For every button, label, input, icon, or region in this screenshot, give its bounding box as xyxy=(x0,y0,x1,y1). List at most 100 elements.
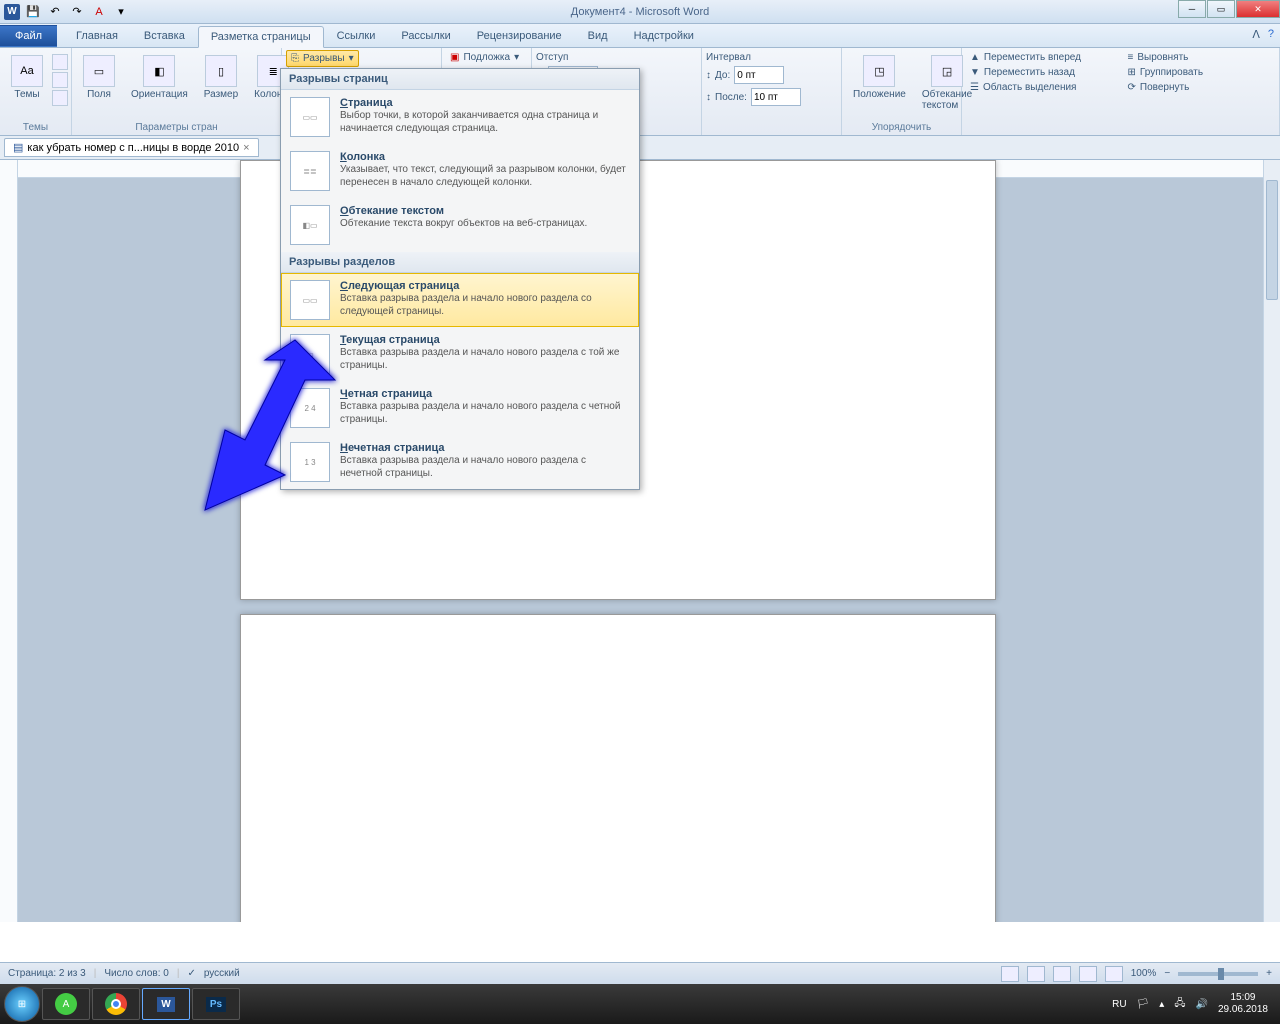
document-page[interactable] xyxy=(240,614,996,922)
minimize-button[interactable]: ─ xyxy=(1178,0,1206,18)
section-next-page-item[interactable]: ▭▭ Следующая страница Вставка разрыва ра… xyxy=(281,273,639,327)
font-color-icon[interactable]: A xyxy=(90,3,108,21)
spell-check-icon[interactable]: ✓ xyxy=(187,968,195,979)
tray-clock[interactable]: 15:09 29.06.2018 xyxy=(1218,992,1268,1016)
ribbon-minimize-icon[interactable]: ⴷ xyxy=(1252,28,1260,41)
tab-review[interactable]: Рецензирование xyxy=(464,25,575,47)
maximize-button[interactable]: ▭ xyxy=(1207,0,1235,18)
status-words[interactable]: Число слов: 0 xyxy=(104,968,168,979)
redo-icon[interactable]: ↷ xyxy=(68,3,86,21)
theme-effects-icon[interactable] xyxy=(52,90,68,106)
zoom-out-button[interactable]: − xyxy=(1164,968,1170,979)
tray-network-icon[interactable]: 🖧 xyxy=(1174,996,1185,1013)
item-desc: Вставка разрыва раздела и начало нового … xyxy=(340,346,630,372)
taskbar-word[interactable]: W xyxy=(142,988,190,1020)
space-before-input[interactable] xyxy=(734,66,784,84)
space-before-icon: ↕ xyxy=(706,70,711,81)
taskbar-app[interactable]: A xyxy=(42,988,90,1020)
view-draft-button[interactable] xyxy=(1105,966,1123,982)
doc-tab-close-icon[interactable]: × xyxy=(243,142,249,154)
zoom-level[interactable]: 100% xyxy=(1131,968,1157,979)
tab-insert[interactable]: Вставка xyxy=(131,25,198,47)
document-tab[interactable]: ▤ как убрать номер с п...ницы в ворде 20… xyxy=(4,138,259,157)
zoom-slider[interactable] xyxy=(1178,972,1258,976)
group-arrange-label: Упорядочить xyxy=(846,120,957,135)
break-textwrap-item[interactable]: ◧▭ Обтекание текстом Обтекание текста во… xyxy=(281,198,639,252)
align-button[interactable]: ≡Выровнять xyxy=(1124,50,1276,65)
send-backward-button[interactable]: ▼Переместить назад xyxy=(966,65,1118,80)
undo-icon[interactable]: ↶ xyxy=(46,3,64,21)
view-fullscreen-button[interactable] xyxy=(1027,966,1045,982)
vertical-ruler[interactable] xyxy=(0,160,18,922)
item-desc: Указывает, что текст, следующий за разры… xyxy=(340,163,630,189)
space-after-input[interactable] xyxy=(751,88,801,106)
status-language[interactable]: русский xyxy=(204,968,240,979)
themes-button[interactable]: Aa Темы xyxy=(4,50,50,105)
tray-volume-icon[interactable]: 🔊 xyxy=(1195,999,1207,1010)
item-title: Колонка xyxy=(340,151,630,163)
orientation-button[interactable]: ◧Ориентация xyxy=(124,50,195,105)
break-page-item[interactable]: ▭▭ Страница Выбор точки, в которой закан… xyxy=(281,90,639,144)
taskbar-chrome[interactable] xyxy=(92,988,140,1020)
item-title: Обтекание текстом xyxy=(340,205,587,217)
window-title: Документ4 - Microsoft Word xyxy=(571,6,709,18)
break-column-item[interactable]: ≣≣ Колонка Указывает, что текст, следующ… xyxy=(281,144,639,198)
watermark-icon: ▣ xyxy=(450,52,459,63)
tray-chevron-icon[interactable]: ▴ xyxy=(1159,999,1164,1010)
size-button[interactable]: ▯Размер xyxy=(197,50,245,105)
tab-mailings[interactable]: Рассылки xyxy=(388,25,463,47)
tab-view[interactable]: Вид xyxy=(575,25,621,47)
view-print-layout-button[interactable] xyxy=(1001,966,1019,982)
tab-addins[interactable]: Надстройки xyxy=(621,25,707,47)
position-button[interactable]: ◳Положение xyxy=(846,50,913,105)
taskbar-photoshop[interactable]: Ps xyxy=(192,988,240,1020)
item-desc: Выбор точки, в которой заканчивается одн… xyxy=(340,109,630,135)
ribbon: Aa Темы Темы ▭Поля ◧Ориентация ▯Размер ≣… xyxy=(0,48,1280,136)
word-icon: W xyxy=(4,4,20,20)
bring-forward-icon: ▲ xyxy=(970,52,980,63)
view-outline-button[interactable] xyxy=(1079,966,1097,982)
item-title: Страница xyxy=(340,97,630,109)
tab-home[interactable]: Главная xyxy=(63,25,131,47)
taskbar: ⊞ A W Ps RU 🏳 ▴ 🖧 🔊 15:09 29.06.2018 xyxy=(0,984,1280,1024)
save-icon[interactable]: 💾 xyxy=(24,3,42,21)
close-button[interactable]: ✕ xyxy=(1236,0,1280,18)
theme-fonts-icon[interactable] xyxy=(52,72,68,88)
bring-forward-button[interactable]: ▲Переместить вперед xyxy=(966,50,1118,65)
tray-action-icon[interactable]: 🏳 xyxy=(1137,999,1150,1010)
view-web-button[interactable] xyxy=(1053,966,1071,982)
scrollbar-thumb[interactable] xyxy=(1266,180,1278,300)
breaks-button[interactable]: ⎘ Разрывы ▾ xyxy=(286,50,359,67)
status-page[interactable]: Страница: 2 из 3 xyxy=(8,968,86,979)
space-after-icon: ↕ xyxy=(706,92,711,103)
ribbon-tabs: Файл Главная Вставка Разметка страницы С… xyxy=(0,24,1280,48)
tab-page-layout[interactable]: Разметка страницы xyxy=(198,26,324,48)
tab-references[interactable]: Ссылки xyxy=(324,25,389,47)
tray-lang[interactable]: RU xyxy=(1112,999,1126,1010)
break-column-icon: ≣≣ xyxy=(290,151,330,191)
group-themes-label: Темы xyxy=(4,120,67,135)
breaks-icon: ⎘ xyxy=(291,53,299,64)
chevron-down-icon: ▾ xyxy=(349,53,354,64)
dropdown-section-header: Разрывы разделов xyxy=(281,252,639,273)
margins-button[interactable]: ▭Поля xyxy=(76,50,122,105)
zoom-in-button[interactable]: + xyxy=(1266,968,1272,979)
item-desc: Вставка разрыва раздела и начало нового … xyxy=(340,454,630,480)
vertical-scrollbar[interactable] xyxy=(1263,160,1280,922)
watermark-button[interactable]: ▣ Подложка ▾ xyxy=(446,50,523,65)
title-bar: W 💾 ↶ ↷ A ▾ Документ4 - Microsoft Word ─… xyxy=(0,0,1280,24)
annotation-arrow xyxy=(170,330,340,520)
help-icon[interactable]: ? xyxy=(1268,28,1274,41)
wrap-icon: ◲ xyxy=(931,55,963,87)
theme-colors-icon[interactable] xyxy=(52,54,68,70)
qat-more-icon[interactable]: ▾ xyxy=(112,3,130,21)
section-next-icon: ▭▭ xyxy=(290,280,330,320)
selection-pane-button[interactable]: ☰Область выделения xyxy=(966,80,1118,95)
tab-file[interactable]: Файл xyxy=(0,25,57,47)
rotate-button[interactable]: ⟳Повернуть xyxy=(1124,80,1276,95)
chevron-down-icon: ▾ xyxy=(514,52,519,63)
group-button[interactable]: ⊞Группировать xyxy=(1124,65,1276,80)
start-button[interactable]: ⊞ xyxy=(4,986,40,1022)
item-desc: Вставка разрыва раздела и начало нового … xyxy=(340,400,630,426)
themes-icon: Aa xyxy=(11,55,43,87)
